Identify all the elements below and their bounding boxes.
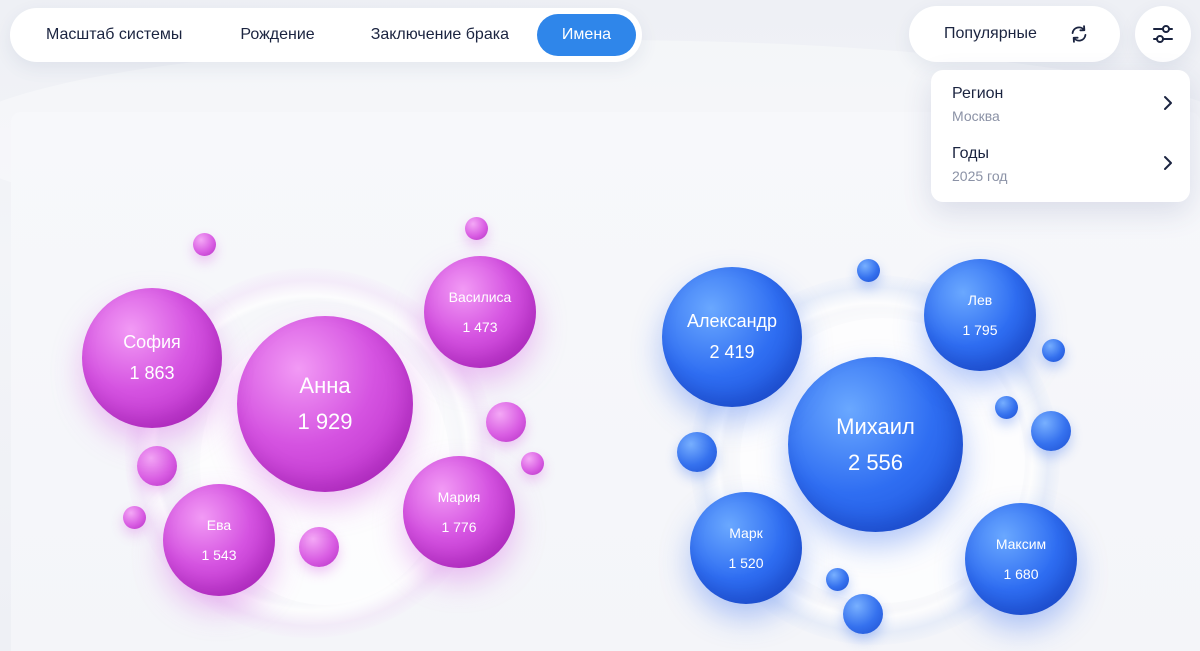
bubble-name: Марк [729,525,763,541]
name-bubble-vasilisa[interactable]: Василиса 1 473 [424,256,536,368]
tab-marriage[interactable]: Заключение брака [343,14,537,56]
name-bubble-maksim[interactable]: Максим 1 680 [965,503,1077,615]
decor-dot [1031,411,1071,451]
name-bubble-sofia[interactable]: София 1 863 [82,288,222,428]
bubble-name: Василиса [448,289,512,305]
chevron-right-icon [1164,156,1172,170]
bubble-count: 2 419 [709,342,755,362]
name-bubble-anna[interactable]: Анна 1 929 [237,316,413,492]
sliders-icon [1153,25,1173,43]
bubble-count: 1 795 [962,322,998,338]
tab-bar: Масштаб системы Рождение Заключение брак… [10,8,642,62]
chevron-right-icon [1164,96,1172,110]
bubble-name: Александр [686,311,778,331]
refresh-icon[interactable] [1068,23,1090,45]
bubble-name: София [123,332,181,352]
decor-dot [193,233,216,256]
name-bubble-maria[interactable]: Мария 1 776 [403,456,515,568]
decor-dot [677,432,717,472]
decor-dot [465,217,488,240]
decor-dot [486,402,526,442]
bubble-count: 2 556 [847,449,904,475]
filter-button[interactable] [1135,6,1191,62]
popular-label: Популярные [944,25,1037,42]
decor-dot [843,594,883,634]
bubble-name: Мария [437,489,481,505]
tab-names[interactable]: Имена [536,14,636,56]
filter-region[interactable]: Регион Москва [952,85,1180,135]
decor-dot [857,259,880,282]
name-bubble-lev[interactable]: Лев 1 795 [924,259,1036,371]
name-bubble-eva[interactable]: Ева 1 543 [163,484,275,596]
decor-dot [521,452,544,475]
filter-years-title: Годы [952,145,989,162]
decor-dot [123,506,146,529]
decor-dot [299,527,339,567]
bubble-count: 1 776 [441,519,477,535]
tab-birth[interactable]: Рождение [212,14,342,56]
filter-region-title: Регион [952,85,1004,102]
page: Масштаб системы Рождение Заключение брак… [0,0,1200,651]
filter-dropdown: Регион Москва Годы 2025 год [931,70,1190,202]
tab-system-scale[interactable]: Масштаб системы [16,14,212,56]
bubble-name: Михаил [836,413,915,439]
name-bubble-aleksandr[interactable]: Александр 2 419 [662,267,802,407]
decor-dot [826,568,849,591]
popular-sort-button[interactable]: Популярные [909,6,1120,62]
decor-dot [137,446,177,486]
bubble-count: 1 863 [129,363,175,383]
decor-dot [1042,339,1065,362]
bubble-name: Максим [995,536,1047,552]
filter-years-value: 2025 год [952,168,1008,184]
bubble-count: 1 543 [201,547,237,563]
bubble-count: 1 473 [462,319,498,335]
bubble-count: 1 520 [728,555,764,571]
bubble-count: 1 680 [1003,566,1039,582]
filter-years[interactable]: Годы 2025 год [952,145,1180,195]
bubble-count: 1 929 [297,409,353,434]
bubble-name: Ева [206,517,232,533]
filter-region-value: Москва [952,108,1000,124]
bubble-name: Лев [967,292,993,308]
name-bubble-mikhail[interactable]: Михаил 2 556 [788,357,963,532]
name-bubble-mark[interactable]: Марк 1 520 [690,492,802,604]
bubble-name: Анна [299,373,351,398]
decor-dot [995,396,1018,419]
